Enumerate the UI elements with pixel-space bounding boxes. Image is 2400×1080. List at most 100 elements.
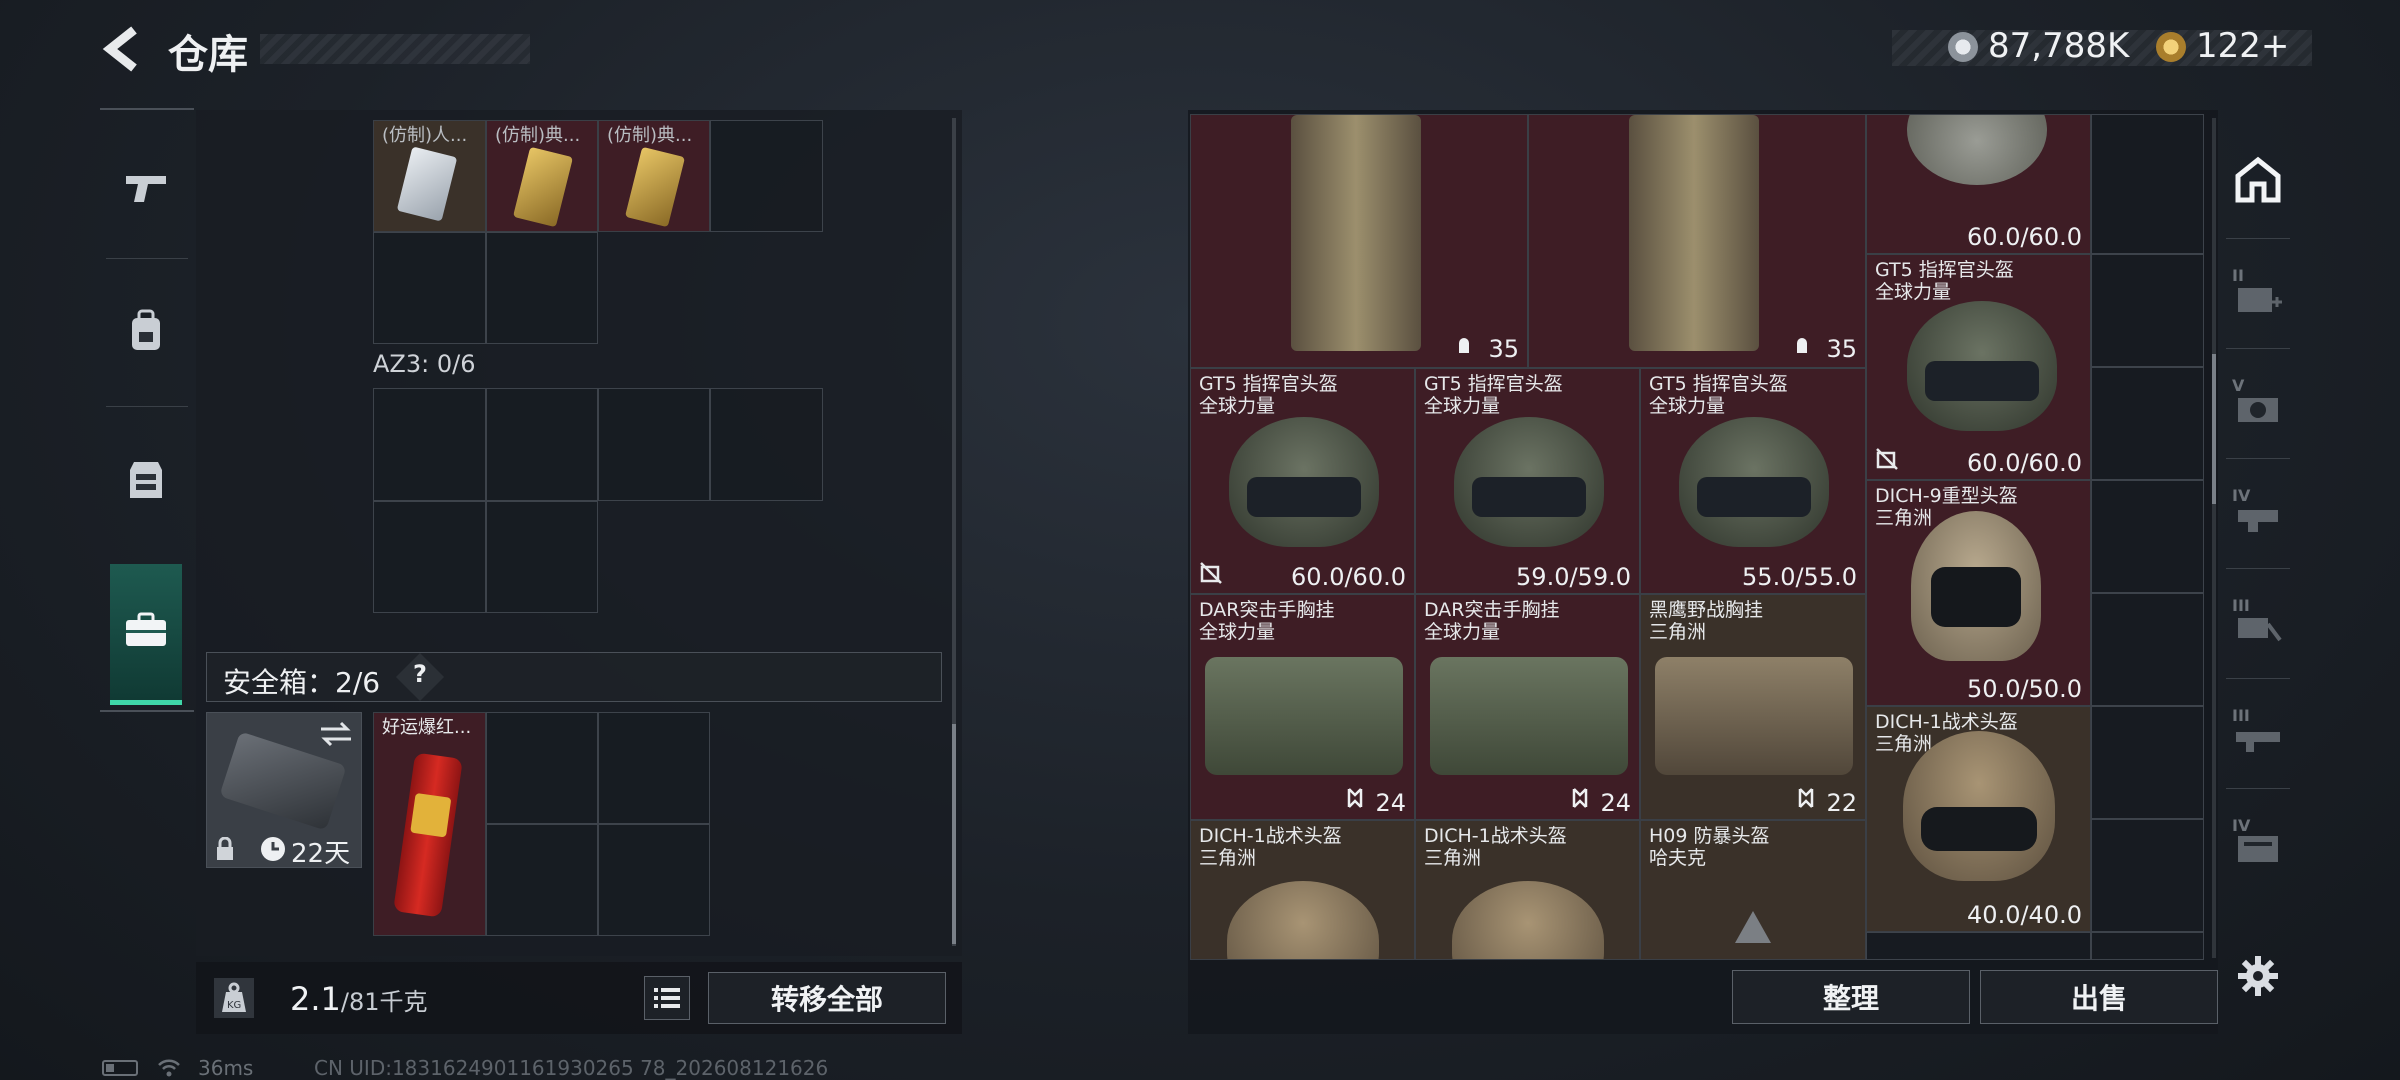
token-amount[interactable]: 122+	[2196, 26, 2289, 66]
page-title: 仓库	[168, 32, 248, 78]
chest-rig-image	[1655, 657, 1853, 775]
empty-slot[interactable]	[2091, 706, 2204, 819]
empty-slot[interactable]	[2091, 254, 2204, 367]
capacity-icon	[1347, 788, 1363, 808]
inventory-item[interactable]: 好运爆红...	[373, 712, 486, 936]
stash-item-chest-rig[interactable]: DAR突击手胸挂 全球力量 24	[1190, 594, 1415, 820]
briefcase-icon	[126, 612, 166, 646]
empty-slot[interactable]	[486, 232, 598, 344]
stash-item-helmet[interactable]: DICH-1战术头盔 三角洲	[1190, 820, 1415, 960]
no-repair-icon	[1876, 448, 1898, 470]
empty-slot[interactable]	[486, 501, 598, 613]
empty-slot[interactable]	[2091, 367, 2204, 480]
transfer-all-button[interactable]: 转移全部	[708, 972, 946, 1024]
stash-item-helmet[interactable]: GT5 指挥官头盔 全球力量 60.0/60.0	[1190, 368, 1415, 594]
tab-vest[interactable]	[100, 456, 192, 502]
empty-slot[interactable]	[598, 712, 710, 824]
stash-item-backpack[interactable]: 35	[1528, 114, 1866, 368]
stash-item-helmet[interactable]: DICH-1战术头盔 三角洲 40.0/40.0	[1866, 706, 2091, 932]
swap-icon[interactable]	[319, 721, 353, 747]
stash-item-helmet[interactable]: GT5 指挥官头盔 全球力量 59.0/59.0	[1415, 368, 1640, 594]
clock-icon	[261, 837, 285, 861]
ping-readout: 36ms	[198, 1056, 254, 1080]
empty-slot[interactable]	[373, 501, 486, 613]
empty-slot[interactable]	[486, 712, 598, 824]
helmet-image	[1679, 417, 1829, 547]
weight-max: /81千克	[340, 988, 428, 1016]
capacity-icon	[1798, 788, 1814, 808]
chest-rig-image	[1430, 657, 1628, 775]
safe-box-case[interactable]: 22天	[206, 712, 362, 869]
ammo-icon	[1459, 338, 1469, 353]
tab-all-active[interactable]	[2218, 146, 2298, 216]
empty-slot[interactable]	[710, 388, 823, 501]
inventory-item[interactable]: (仿制)人...	[373, 120, 486, 232]
empty-slot[interactable]	[2091, 819, 2204, 932]
empty-slot[interactable]	[486, 824, 598, 936]
empty-slot[interactable]	[373, 232, 486, 344]
weight-readout: 2.1/81千克	[290, 980, 428, 1018]
container-icon	[2238, 836, 2278, 862]
chest-rig-image	[1205, 657, 1403, 775]
inventory-scrollbar[interactable]	[952, 118, 956, 946]
coin-amount: 87,788K	[1988, 26, 2130, 66]
help-icon: ?	[413, 660, 427, 688]
tab-medical[interactable]: II	[2218, 266, 2298, 326]
tab-armor-iv[interactable]: IV	[2218, 486, 2298, 546]
list-icon	[654, 988, 680, 1008]
right-tab-strip: II V IV III III IV	[2218, 110, 2298, 996]
stash-item-helmet[interactable]: GT5 指挥官头盔 全球力量 55.0/55.0	[1640, 368, 1866, 594]
stash-item-helmet[interactable]: GT5 指挥官头盔 全球力量 60.0/60.0	[1866, 254, 2091, 480]
tab-weapon-iv[interactable]: IV	[2218, 816, 2298, 876]
inventory-item[interactable]: (仿制)典...	[598, 120, 710, 232]
gun-icon	[126, 176, 166, 202]
empty-slot[interactable]	[598, 824, 710, 936]
empty-slot[interactable]	[2091, 593, 2204, 706]
empty-slot[interactable]	[1866, 932, 2091, 960]
tools-icon	[2238, 618, 2282, 642]
sort-button[interactable]: 整理	[1732, 970, 1970, 1024]
tab-armor-iii[interactable]: III	[2218, 596, 2298, 656]
backpack-icon	[132, 309, 160, 350]
sell-button[interactable]: 出售	[1980, 970, 2218, 1024]
token-icon	[2156, 32, 2186, 62]
inventory-item[interactable]: (仿制)典...	[486, 120, 598, 232]
coin-icon	[1948, 32, 1978, 62]
tab-backpack[interactable]	[100, 308, 192, 354]
lock-icon	[217, 837, 233, 860]
stash-item-chest-rig[interactable]: DAR突击手胸挂 全球力量 24	[1415, 594, 1640, 820]
empty-slot[interactable]	[2091, 932, 2204, 960]
battery-icon	[102, 1060, 138, 1076]
uid-readout: CN UID:1831624901161930265 78_2026081216…	[314, 1056, 829, 1080]
tab-safebox-active[interactable]	[110, 564, 182, 705]
empty-slot[interactable]	[710, 120, 823, 232]
empty-slot[interactable]	[373, 388, 486, 501]
safe-box-time: 22天	[291, 839, 351, 869]
helmet-image	[1452, 881, 1604, 959]
home-icon	[2235, 156, 2281, 203]
stash-item-helmet[interactable]: 60.0/60.0	[1866, 114, 2091, 254]
az3-container-label: AZ3: 0/6	[373, 350, 476, 378]
helmet-image	[1903, 731, 2055, 881]
back-button[interactable]	[100, 24, 146, 74]
empty-slot[interactable]	[2091, 114, 2204, 254]
list-view-button[interactable]	[644, 976, 690, 1020]
backpack-image	[1629, 115, 1759, 351]
stash-item-backpack[interactable]: 35	[1190, 114, 1528, 368]
stash-scrollbar[interactable]	[2212, 118, 2216, 958]
stash-item-helmet[interactable]: H09 防暴头盔 哈夫克	[1640, 820, 1866, 960]
tab-weapons[interactable]	[100, 168, 192, 208]
empty-slot[interactable]	[2091, 480, 2204, 593]
left-tab-bar	[100, 108, 194, 712]
stash-item-helmet[interactable]: DICH-9重型头盔 三角洲 50.0/50.0	[1866, 480, 2091, 706]
empty-slot[interactable]	[598, 388, 710, 501]
weight-icon: KG	[214, 978, 254, 1018]
tab-helmet[interactable]: V	[2218, 376, 2298, 436]
settings-button[interactable]	[2236, 954, 2280, 998]
stash-item-chest-rig[interactable]: 黑鹰野战胸挂 三角洲 22	[1640, 594, 1866, 820]
stash-item-helmet[interactable]: DICH-1战术头盔 三角洲	[1415, 820, 1640, 960]
empty-slot[interactable]	[486, 388, 598, 501]
weight-current: 2.1	[290, 980, 341, 1018]
tab-weapon-iii[interactable]: III	[2218, 706, 2298, 766]
safe-box-label: 安全箱：2/6	[223, 666, 381, 699]
